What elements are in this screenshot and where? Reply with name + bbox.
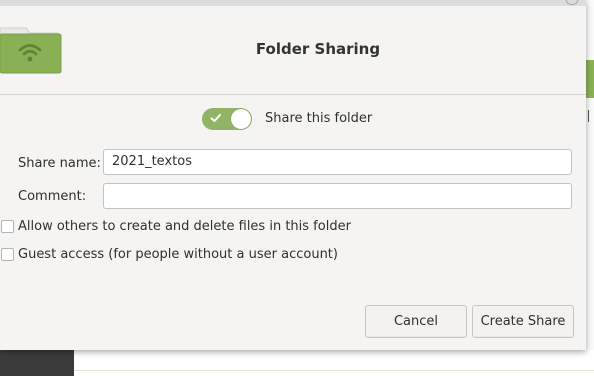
dialog-title: Folder Sharing [255, 40, 381, 58]
allow-others-label: Allow others to create and delete files … [18, 219, 351, 234]
comment-label: Comment: [18, 189, 87, 204]
share-folder-switch[interactable] [202, 108, 252, 130]
cancel-button[interactable]: Cancel [365, 305, 467, 338]
check-icon [210, 114, 221, 122]
share-name-field[interactable]: 2021_textos [103, 149, 572, 175]
header-separator [0, 94, 586, 95]
guest-access-label: Guest access (for people without a user … [18, 247, 338, 262]
titlebar-button-icon[interactable] [566, 0, 578, 5]
guest-access-checkbox[interactable] [1, 248, 14, 261]
share-name-label: Share name: [18, 156, 101, 171]
comment-field[interactable] [103, 183, 572, 209]
background-window-edge [586, 0, 594, 350]
switch-knob [231, 109, 251, 129]
allow-others-checkbox[interactable] [1, 220, 14, 233]
background-window-content [74, 350, 594, 376]
background-window-mark [588, 110, 594, 122]
background-window-panel [0, 350, 74, 376]
share-folder-label: Share this folder [265, 111, 373, 126]
create-share-button[interactable]: Create Share [472, 305, 574, 338]
folder-sharing-dialog: Folder Sharing Share this folder Share n… [0, 0, 586, 350]
folder-wifi-icon [0, 20, 62, 74]
dialog-titlebar [0, 0, 586, 6]
background-divider [74, 370, 594, 371]
background-window-header [586, 60, 594, 98]
